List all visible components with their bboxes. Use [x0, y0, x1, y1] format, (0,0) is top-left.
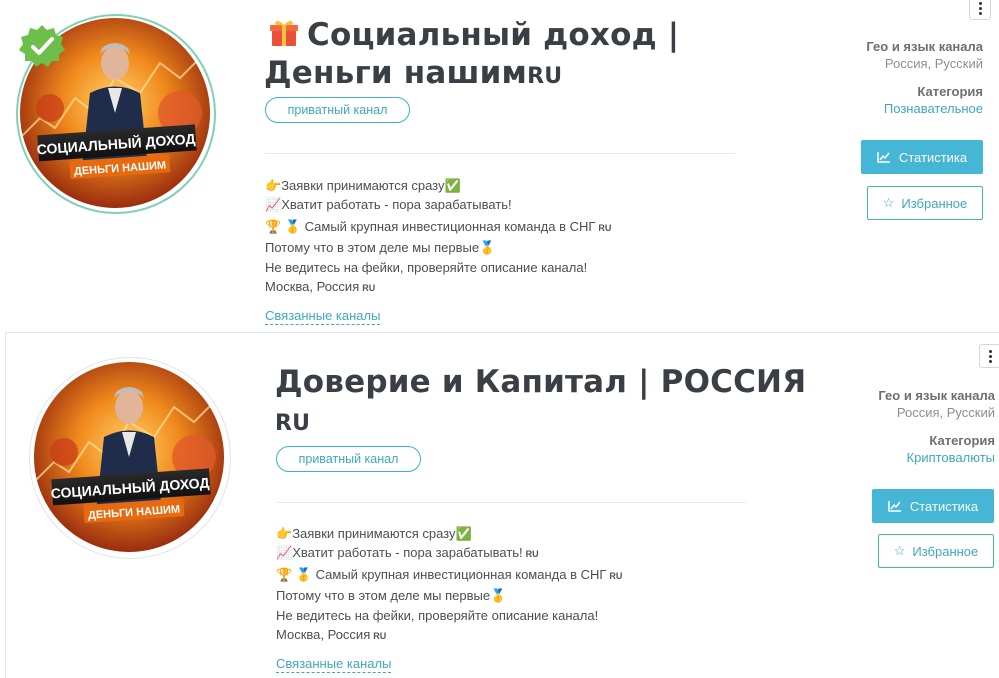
channel-meta: Гео и язык канала Россия, Русский Катего…: [795, 387, 995, 466]
trophy-icon: 🏆: [265, 218, 282, 234]
flag-ru-icon: RU: [598, 222, 612, 233]
channel-title[interactable]: Социальный доход | Деньги нашимRU: [264, 16, 680, 96]
channel-avatar[interactable]: СОЦИАЛЬНЫЙ ДОХОД ДЕНЬГИ НАШИМ: [34, 362, 224, 552]
flag-ru-icon: RU: [525, 549, 539, 560]
desc-line: Не ведитесь на фейки, проверяйте описани…: [265, 259, 588, 275]
checkmark-icon: ✅: [455, 526, 472, 541]
medal-icon: 🥇: [490, 588, 507, 604]
flag-ru-icon: RU: [527, 64, 563, 89]
geo-label: Гео и язык канала: [878, 388, 995, 403]
favorite-button[interactable]: ☆ Избранное: [867, 186, 983, 220]
channel-description: 👉Заявки принимаются сразу✅ 📈Хватит работ…: [265, 176, 611, 298]
desc-line: Самый крупная инвестиционная команда в С…: [304, 218, 596, 234]
channel-card: СОЦИАЛЬНЫЙ ДОХОД ДЕНЬГИ НАШИМ Доверие и …: [5, 332, 999, 678]
divider: [265, 153, 735, 154]
title-line2: Деньги нашим: [264, 55, 528, 91]
desc-line: Москва, Россия: [276, 627, 371, 643]
flag-ru-icon: RU: [609, 570, 623, 581]
related-channels-link[interactable]: Связанные каналы: [276, 656, 392, 673]
chart-up-icon: 📈: [265, 197, 282, 213]
verified-badge-icon: [19, 25, 65, 67]
desc-line: Потому что в этом деле мы первые: [276, 588, 491, 604]
favorite-label: Избранное: [901, 195, 968, 211]
channel-meta: Гео и язык канала Россия, Русский Катего…: [783, 38, 983, 117]
geo-label: Гео и язык канала: [866, 39, 983, 54]
desc-line: Хватит работать - пора зарабатывать!: [281, 197, 512, 213]
statistics-label: Статистика: [898, 149, 968, 165]
geo-value: Россия, Русский: [896, 405, 995, 420]
flag-ru-icon: RU: [373, 631, 387, 642]
desc-line: Потому что в этом деле мы первые: [265, 240, 480, 256]
checkmark-icon: ✅: [444, 178, 461, 193]
flag-ru-icon: RU: [362, 283, 376, 294]
favorite-button[interactable]: ☆ Избранное: [878, 534, 994, 568]
statistics-button[interactable]: Статистика: [872, 489, 994, 523]
more-menu-button[interactable]: [979, 344, 999, 368]
medal-icon: 🥇: [284, 218, 301, 234]
divider: [276, 502, 746, 503]
channel-title[interactable]: Доверие и Капитал | РОССИЯ RU: [275, 363, 806, 443]
related-channels-link[interactable]: Связанные каналы: [265, 308, 381, 325]
desc-line: Заявки принимаются сразу: [292, 526, 456, 541]
channel-description: 👉Заявки принимаются сразу✅ 📈Хватит работ…: [276, 524, 622, 646]
chart-up-icon: 📈: [276, 545, 293, 561]
category-label: Категория: [917, 84, 983, 99]
desc-line: Заявки принимаются сразу: [281, 178, 445, 193]
title-line1: Доверие и Капитал | РОССИЯ: [275, 364, 807, 400]
trophy-icon: 🏆: [276, 566, 293, 582]
category-label: Категория: [929, 433, 995, 448]
flag-ru-icon: RU: [275, 411, 311, 436]
favorite-label: Избранное: [912, 543, 979, 559]
channel-card: СОЦИАЛЬНЫЙ ДОХОД ДЕНЬГИ НАШИМ Социальный…: [0, 0, 999, 332]
desc-line: Хватит работать - пора зарабатывать!: [292, 545, 523, 561]
statistics-label: Статистика: [909, 498, 979, 514]
private-channel-badge: приватный канал: [276, 446, 421, 472]
point-right-icon: 👉: [265, 178, 282, 193]
geo-value: Россия, Русский: [884, 56, 983, 71]
chart-line-icon: [877, 152, 890, 163]
statistics-button[interactable]: Статистика: [861, 140, 983, 174]
private-channel-badge: приватный канал: [265, 97, 410, 123]
medal-icon: 🥇: [479, 240, 496, 256]
medal-icon: 🥇: [295, 566, 312, 582]
desc-line: Москва, Россия: [265, 279, 360, 295]
desc-line: Не ведитесь на фейки, проверяйте описани…: [276, 607, 599, 623]
chart-line-icon: [888, 501, 901, 512]
star-icon: ☆: [893, 543, 906, 558]
title-line1: Социальный доход |: [307, 17, 680, 53]
category-link[interactable]: Криптовалюты: [795, 449, 995, 466]
desc-line: Самый крупная инвестиционная команда в С…: [315, 566, 607, 582]
gift-icon: [270, 20, 298, 46]
point-right-icon: 👉: [276, 526, 293, 541]
category-link[interactable]: Познавательное: [783, 100, 983, 117]
star-icon: ☆: [882, 195, 895, 210]
more-menu-button[interactable]: [969, 0, 991, 20]
